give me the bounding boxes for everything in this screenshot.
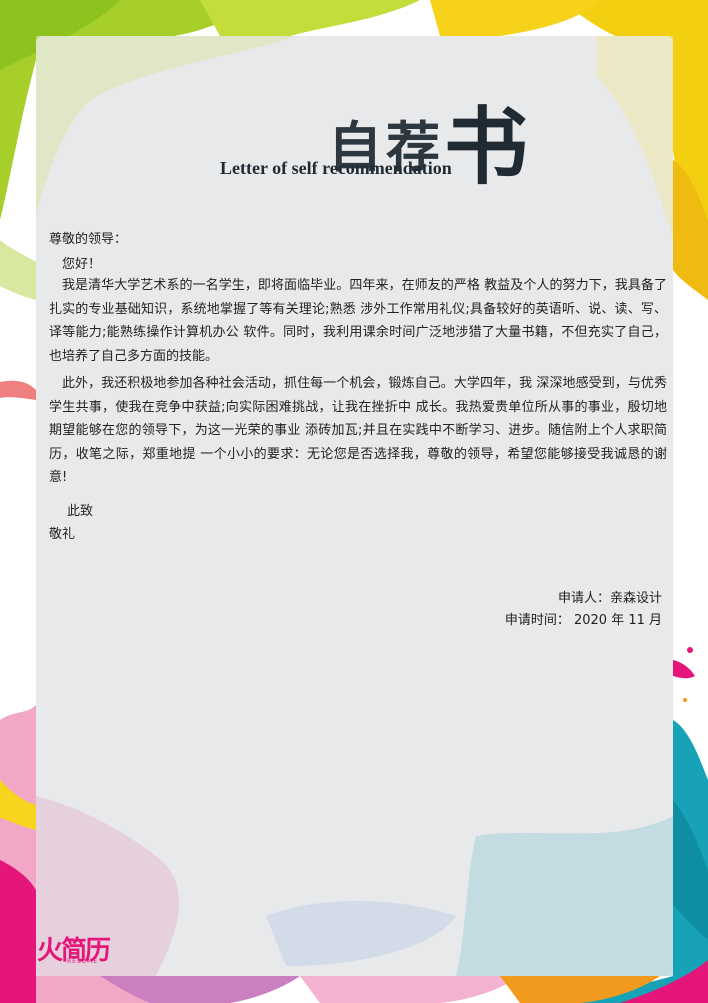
paragraph-2: 此外，我还积极地参加各种社会活动，抓住每一个机会，锻炼自己。大学四年，我 深深地… — [49, 376, 667, 485]
greeting: 您好！ — [62, 257, 102, 272]
closing-line-2: 敬礼 — [49, 527, 76, 542]
brand-logo-subtext: RESUME — [67, 958, 99, 965]
title-banner: 自荐书 Letter of self recommendation — [180, 66, 600, 196]
applicant-name: 申请人：亲森设计 — [557, 591, 662, 606]
salutation: 尊敬的领导： — [49, 232, 128, 247]
title-chinese-big: 书 — [444, 97, 533, 196]
paragraph-1: 我是清华大学艺术系的一名学生，即将面临毕业。四年来，在师友的严格 教益及个人的努… — [49, 278, 667, 364]
brand-logo: 火简历 RESUME — [37, 930, 111, 967]
title-english: Letter of self recommendation — [220, 158, 452, 178]
application-date: 申请时间： 2020 年 11 月 — [504, 613, 662, 628]
closing-line-1: 此致 — [67, 504, 94, 519]
